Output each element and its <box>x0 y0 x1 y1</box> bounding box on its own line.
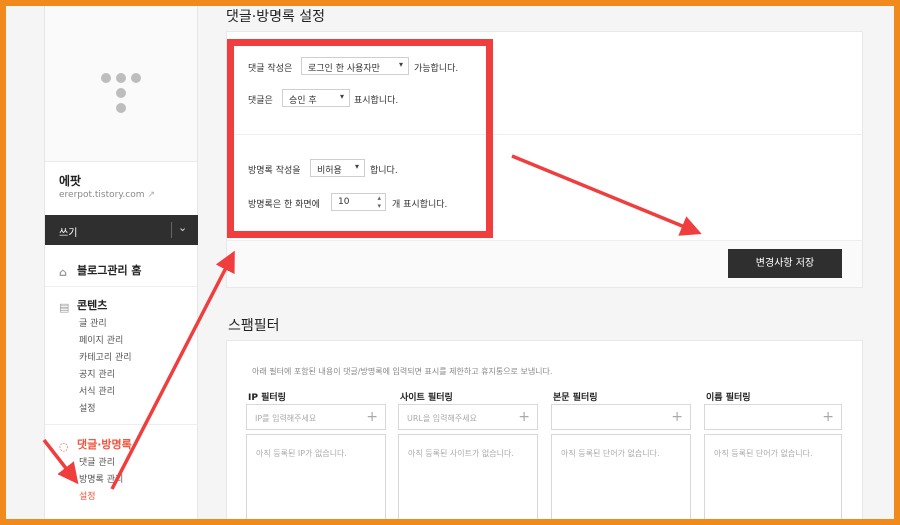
avatar-dot <box>116 103 126 113</box>
guestbook-count-value: 10 <box>338 197 350 207</box>
sidebar-item-contents-settings[interactable]: 설정 <box>79 401 96 414</box>
body-filter-list: 아직 등록된 단어가 없습니다. <box>551 434 691 519</box>
sidebar-item-pages[interactable]: 페이지 관리 <box>79 333 123 346</box>
name-filter-empty: 아직 등록된 단어가 없습니다. <box>714 449 813 458</box>
external-link-icon: ↗ <box>147 190 156 200</box>
write-button[interactable]: 쓰기 ⌄ <box>45 215 198 245</box>
comment-show-value: 승인 후 <box>289 96 317 106</box>
avatar-dot <box>116 73 126 83</box>
comment-write-value: 로그인 한 사용자만 <box>308 64 380 74</box>
sidebar-item-categories[interactable]: 카테고리 관리 <box>79 350 132 363</box>
sidebar-home-label: 블로그관리 홈 <box>77 264 142 277</box>
guestbook-count-prefix: 방명록은 한 화면에 <box>248 200 320 210</box>
site-filter-label: 사이트 필터링 <box>400 393 453 403</box>
sidebar-item-posts[interactable]: 글 관리 <box>79 316 107 329</box>
sidebar-item-comment-manage[interactable]: 댓글 관리 <box>79 455 115 468</box>
comment-write-suffix: 가능합니다. <box>414 64 459 74</box>
ip-filter-list: 아직 등록된 IP가 없습니다. <box>246 434 386 519</box>
comment-icon: ◌ <box>59 440 69 453</box>
blog-name: 에팟 <box>59 174 82 188</box>
guestbook-write-select[interactable]: 비허용 ▾ <box>310 159 365 177</box>
name-filter-input[interactable]: + <box>704 404 842 430</box>
site-filter-placeholder: URL을 입력해주세요 <box>407 414 477 423</box>
add-ip-icon[interactable]: + <box>366 409 378 425</box>
site-filter-empty: 아직 등록된 사이트가 없습니다. <box>408 449 514 458</box>
ip-filter-label: IP 필터링 <box>248 393 286 403</box>
panel-divider <box>227 134 862 135</box>
avatar-dot <box>116 88 126 98</box>
guestbook-write-value: 비허용 <box>317 166 342 176</box>
add-site-icon[interactable]: + <box>518 409 530 425</box>
sidebar-contents-label: 콘텐츠 <box>77 299 108 312</box>
screenshot-frame: 에팟 ererpot.tistory.com ↗ 쓰기 ⌄ ⌂ 블로그관리 홈 ▤ 콘… <box>6 6 894 519</box>
site-filter-input[interactable]: URL을 입력해주세요 + <box>398 404 538 430</box>
comment-write-select[interactable]: 로그인 한 사용자만 ▾ <box>301 57 409 75</box>
spam-filter-description: 아래 필터에 포함된 내용이 댓글/방명록에 입력되면 표시를 제한하고 휴지통… <box>252 367 553 376</box>
ip-filter-empty: 아직 등록된 IP가 없습니다. <box>256 449 347 458</box>
sidebar-item-home[interactable]: ⌂ 블로그관리 홈 <box>59 262 142 279</box>
guestbook-write-suffix: 합니다. <box>370 166 398 176</box>
sidebar-comments-label: 댓글·방명록 <box>77 438 132 451</box>
name-filter-label: 이름 필터링 <box>706 393 751 403</box>
blog-url-text: ererpot.tistory.com <box>59 190 145 200</box>
comment-show-select[interactable]: 승인 후 ▾ <box>282 89 350 107</box>
body-filter-empty: 아직 등록된 단어가 없습니다. <box>561 449 660 458</box>
body-filter-input[interactable]: + <box>551 404 691 430</box>
write-separator <box>171 222 172 238</box>
blog-url-link[interactable]: ererpot.tistory.com ↗ <box>59 190 155 200</box>
comment-settings-title: 댓글·방명록 설정 <box>226 9 326 25</box>
spam-filter-title: 스팸필터 <box>228 318 280 334</box>
sidebar: 에팟 ererpot.tistory.com ↗ 쓰기 ⌄ ⌂ 블로그관리 홈 ▤ 콘… <box>44 6 198 519</box>
guestbook-count-suffix: 개 표시합니다. <box>392 200 448 210</box>
body-filter-label: 본문 필터링 <box>553 393 598 403</box>
add-name-icon[interactable]: + <box>822 409 834 425</box>
add-word-icon[interactable]: + <box>671 409 683 425</box>
ip-filter-input[interactable]: IP를 입력해주세요 + <box>246 404 386 430</box>
home-icon: ⌂ <box>59 266 67 279</box>
sidebar-section-contents[interactable]: ▤ 콘텐츠 <box>59 297 108 314</box>
guestbook-write-prefix: 방명록 작성을 <box>248 166 301 176</box>
sidebar-section-comments[interactable]: ◌ 댓글·방명록 <box>59 436 132 453</box>
sidebar-item-notices[interactable]: 공지 관리 <box>79 367 115 380</box>
site-filter-list: 아직 등록된 사이트가 없습니다. <box>398 434 538 519</box>
comment-show-suffix: 표시합니다. <box>354 96 399 106</box>
caret-down-icon: ▾ <box>354 162 359 171</box>
caret-down-icon: ▾ <box>339 92 344 101</box>
blog-avatar[interactable] <box>45 6 197 162</box>
sidebar-item-guestbook-manage[interactable]: 방명록 관리 <box>79 472 123 485</box>
avatar-dot <box>101 73 111 83</box>
ip-filter-placeholder: IP를 입력해주세요 <box>255 414 317 423</box>
chevron-down-icon[interactable]: ⌄ <box>178 221 187 234</box>
guestbook-count-stepper[interactable]: 10 ▴ ▾ <box>331 193 386 211</box>
comment-write-prefix: 댓글 작성은 <box>248 64 293 74</box>
save-button[interactable]: 변경사항 저장 <box>728 249 842 278</box>
sidebar-item-comments-settings[interactable]: 설정 <box>79 489 96 502</box>
sidebar-divider <box>45 286 198 287</box>
caret-down-icon: ▾ <box>398 60 403 69</box>
sidebar-divider <box>45 424 198 425</box>
name-filter-list: 아직 등록된 단어가 없습니다. <box>704 434 842 519</box>
document-icon: ▤ <box>59 301 70 314</box>
avatar-dot <box>131 73 141 83</box>
comment-show-prefix: 댓글은 <box>248 96 273 106</box>
sidebar-item-templates[interactable]: 서식 관리 <box>79 384 115 397</box>
write-label: 쓰기 <box>59 228 78 239</box>
stepper-arrows-icon[interactable]: ▴ ▾ <box>377 194 381 210</box>
